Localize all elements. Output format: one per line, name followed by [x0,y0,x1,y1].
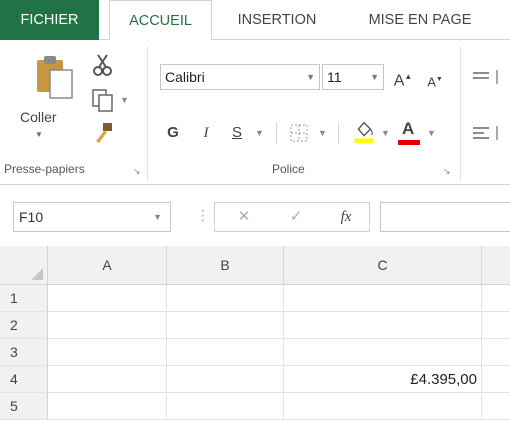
select-all-button[interactable] [0,246,48,285]
grow-font-button[interactable]: A▲ [392,64,414,90]
column-header-a[interactable]: A [48,246,167,285]
cell-next-column[interactable] [482,312,510,339]
font-color-swatch [398,140,420,145]
clipboard-dialog-launcher-icon[interactable]: ↘ [133,166,141,176]
font-dialog-launcher-icon[interactable]: ↘ [443,166,451,176]
tab-home[interactable]: ACCUEIL [109,0,212,41]
group-divider [147,46,148,181]
cell-c4[interactable]: £4.395,00 [284,366,482,393]
cell-c5[interactable] [284,393,482,420]
column-header-next[interactable] [482,246,510,285]
tab-insert[interactable]: INSERTION [231,0,323,40]
cell-b4[interactable] [167,366,284,393]
paste-button-label[interactable]: Coller [20,109,57,125]
ribbon-cutoff [496,126,510,140]
align-left-icon[interactable] [470,120,492,146]
cell-a2[interactable] [48,312,167,339]
cell-a3[interactable] [48,339,167,366]
ribbon-tabs: FICHIER ACCUEIL INSERTION MISE EN PAGE [0,0,510,41]
chevron-down-icon: ▼ [306,72,315,82]
separator [276,122,277,144]
formula-bar: F10 ▼ ⋮ ✕ ✓ fx [0,186,510,246]
align-top-icon[interactable] [470,64,492,90]
fill-color-icon[interactable] [352,118,376,144]
worksheet-grid: A B C 1 2 3 4 £4.395,00 5 [0,246,510,426]
name-box-value: F10 [19,209,44,225]
ribbon-cutoff [496,70,510,84]
cell-c1[interactable] [284,285,482,312]
separator [338,122,339,144]
cut-icon[interactable] [90,52,116,78]
select-all-icon [31,268,43,280]
border-dropdown-icon[interactable]: ▼ [318,120,327,146]
underline-button[interactable]: S [228,120,246,146]
fill-color-dropdown-icon[interactable]: ▼ [381,120,390,146]
font-size-value: 11 [327,69,342,85]
cancel-icon[interactable]: ✕ [229,203,259,231]
formula-input[interactable] [380,202,510,232]
tab-file[interactable]: FICHIER [0,0,99,40]
chevron-down-icon: ▼ [153,212,162,222]
row-header[interactable]: 4 [0,366,48,393]
cell-next-column[interactable] [482,285,510,312]
cell-next-column[interactable] [482,366,510,393]
underline-dropdown-icon[interactable]: ▼ [255,120,264,146]
paste-dropdown-icon[interactable]: ▼ [35,130,43,139]
cell-b1[interactable] [167,285,284,312]
cell-a1[interactable] [48,285,167,312]
border-icon[interactable] [288,120,310,146]
cell-a4[interactable] [48,366,167,393]
format-painter-icon[interactable] [90,120,116,146]
bold-button[interactable]: G [164,120,182,146]
cell-b3[interactable] [167,339,284,366]
cell-next-column[interactable] [482,339,510,366]
tab-page-layout[interactable]: MISE EN PAGE [360,0,480,40]
column-header-b[interactable]: B [167,246,284,285]
cell-a5[interactable] [48,393,167,420]
enter-icon[interactable]: ✓ [281,203,311,231]
font-color-letter: A [402,119,415,138]
cell-c3[interactable] [284,339,482,366]
row-header[interactable]: 1 [0,285,48,312]
ribbon: Coller ▼ ▼ Presse-papiers ↘ Calibri ▼ 11… [0,40,510,185]
formula-bar-grip-icon[interactable]: ⋮ [196,208,210,222]
copy-dropdown-icon[interactable]: ▼ [120,87,129,113]
font-name-select[interactable]: Calibri ▼ [160,64,320,90]
formula-buttons: ✕ ✓ fx [214,202,370,232]
column-header-c[interactable]: C [284,246,482,285]
chevron-down-icon: ▼ [370,72,379,82]
cell-c2[interactable] [284,312,482,339]
font-color-icon[interactable]: A [397,117,421,147]
row-header[interactable]: 5 [0,393,48,420]
paste-icon[interactable] [36,54,74,100]
grow-font-label: A [393,72,405,90]
cell-b5[interactable] [167,393,284,420]
font-name-value: Calibri [165,69,205,85]
name-box[interactable]: F10 ▼ [13,202,171,232]
font-color-dropdown-icon[interactable]: ▼ [427,120,436,146]
insert-function-icon[interactable]: fx [329,203,363,231]
group-divider [460,46,461,181]
copy-icon[interactable] [90,87,116,113]
shrink-font-label: A [427,74,436,90]
row-header[interactable]: 2 [0,312,48,339]
italic-button[interactable]: I [198,120,214,146]
font-group-label: Police [272,162,305,176]
font-size-select[interactable]: 11 ▼ [322,64,384,90]
clipboard-group-label: Presse-papiers [4,162,85,176]
row-header[interactable]: 3 [0,339,48,366]
cell-next-column[interactable] [482,393,510,420]
shrink-font-button[interactable]: A▼ [424,67,446,93]
cell-b2[interactable] [167,312,284,339]
